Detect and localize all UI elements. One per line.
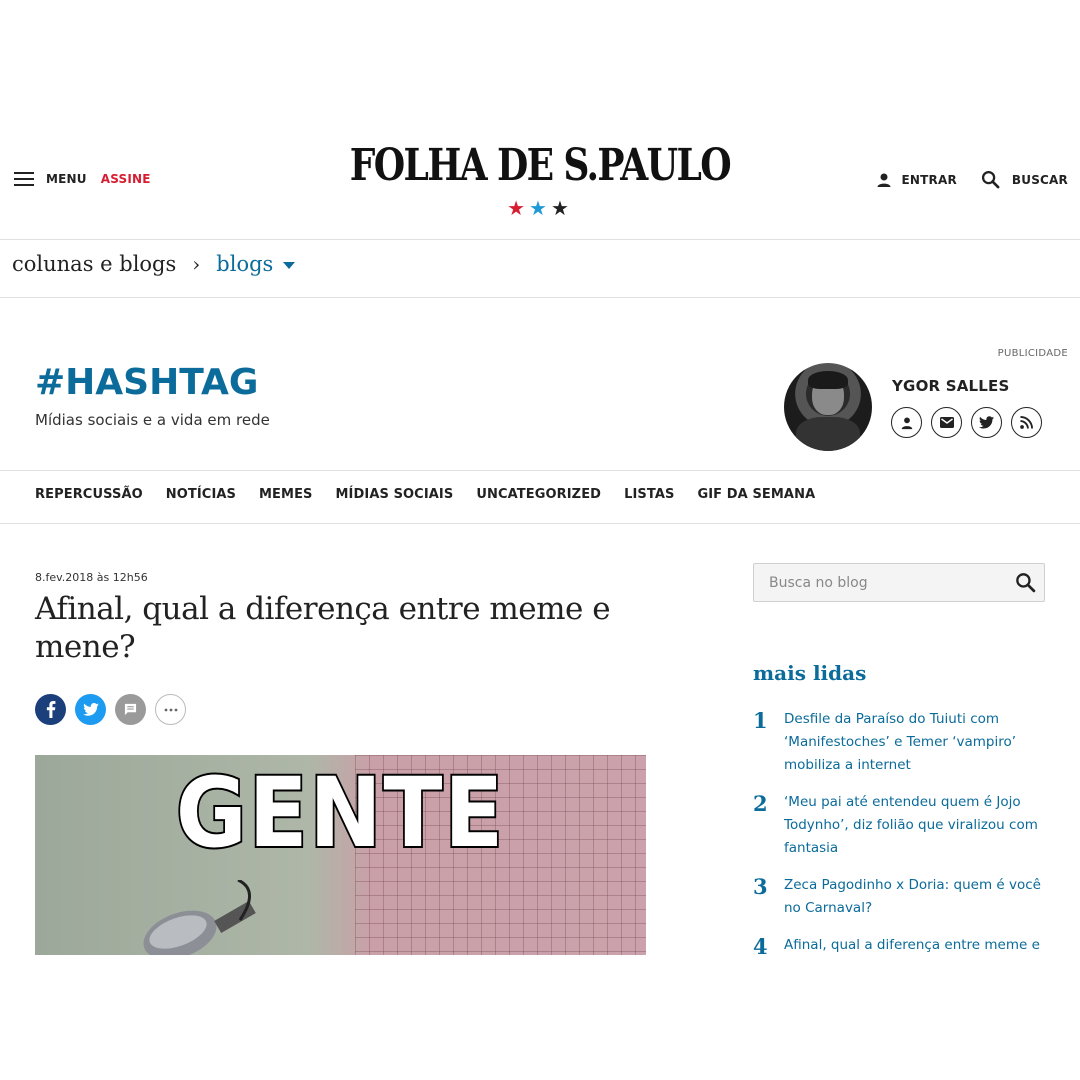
divider bbox=[0, 239, 1080, 240]
blog-search-submit[interactable] bbox=[1015, 572, 1036, 597]
share-comment-button[interactable] bbox=[115, 694, 146, 725]
author-email-button[interactable] bbox=[931, 407, 962, 438]
search-label: BUSCAR bbox=[1011, 172, 1068, 187]
nav-item-gif-da-semana[interactable]: GIF DA SEMANA bbox=[697, 487, 815, 502]
list-item-number: 2 bbox=[753, 791, 768, 816]
list-item[interactable]: 2 ‘Meu pai até entendeu quem é Jojo Tody… bbox=[753, 791, 1053, 860]
list-item-link[interactable]: Desfile da Paraíso do Tuiuti com ‘Manife… bbox=[784, 708, 1049, 777]
article-image: GENTE bbox=[35, 755, 646, 955]
share-twitter-button[interactable] bbox=[75, 694, 106, 725]
most-read-title: mais lidas bbox=[753, 661, 867, 685]
search-icon bbox=[981, 170, 1000, 189]
list-item-number: 1 bbox=[753, 708, 768, 733]
author-twitter-button[interactable] bbox=[971, 407, 1002, 438]
blog-search bbox=[753, 563, 1045, 602]
header-actions: ENTRAR BUSCAR bbox=[876, 170, 1068, 189]
image-caption-text: GENTE bbox=[174, 755, 506, 871]
list-item-number: 4 bbox=[753, 934, 768, 955]
user-icon bbox=[877, 173, 891, 187]
nav-item-listas[interactable]: LISTAS bbox=[624, 487, 674, 502]
author-rss-button[interactable] bbox=[1011, 407, 1042, 438]
list-item[interactable]: 4 Afinal, qual a diferença entre meme e … bbox=[753, 934, 1053, 955]
category-nav: REPERCUSSÃO NOTÍCIAS MEMES MÍDIAS SOCIAI… bbox=[35, 487, 815, 502]
divider bbox=[0, 470, 1080, 471]
article-date: 8.fev.2018 às 12h56 bbox=[35, 571, 148, 584]
nav-item-noticias[interactable]: NOTÍCIAS bbox=[166, 487, 236, 502]
twitter-icon bbox=[979, 416, 994, 429]
list-item[interactable]: 1 Desfile da Paraíso do Tuiuti com ‘Mani… bbox=[753, 708, 1053, 777]
user-icon bbox=[901, 416, 912, 429]
star-icon: ★ bbox=[550, 196, 573, 220]
email-icon bbox=[939, 417, 954, 428]
article-headline: Afinal, qual a diferença entre meme e me… bbox=[35, 591, 611, 665]
list-item-link[interactable]: Afinal, qual a diferença entre meme e me… bbox=[784, 934, 1049, 955]
author-name[interactable]: YGOR SALLES bbox=[892, 377, 1009, 395]
logo-stars: ★★★ bbox=[0, 196, 1080, 220]
nav-item-uncategorized[interactable]: UNCATEGORIZED bbox=[476, 487, 601, 502]
login-label: ENTRAR bbox=[901, 172, 957, 187]
facebook-icon bbox=[46, 701, 55, 718]
author-profile-button[interactable] bbox=[891, 407, 922, 438]
search-button[interactable]: BUSCAR bbox=[981, 170, 1068, 189]
list-item-link[interactable]: ‘Meu pai até entendeu quem é Jojo Todynh… bbox=[784, 791, 1049, 860]
breadcrumb-current-dropdown[interactable]: blogs bbox=[216, 252, 296, 276]
twitter-icon bbox=[82, 703, 99, 716]
list-item-link[interactable]: Zeca Pagodinho x Doria: quem é você no C… bbox=[784, 874, 1049, 920]
breadcrumb: colunas e blogs › blogs bbox=[12, 252, 296, 276]
divider bbox=[0, 523, 1080, 524]
nav-item-repercussao[interactable]: REPERCUSSÃO bbox=[35, 487, 143, 502]
share-facebook-button[interactable] bbox=[35, 694, 66, 725]
logo-text: FOLHA DE S.PAULO bbox=[349, 140, 732, 191]
blog-subtitle: Mídias sociais e a vida em rede bbox=[35, 411, 270, 429]
share-bar bbox=[35, 694, 186, 725]
blog-title[interactable]: #HASHTAG bbox=[35, 362, 258, 403]
divider bbox=[0, 297, 1080, 298]
chevron-right-icon: › bbox=[192, 252, 201, 276]
avatar[interactable] bbox=[784, 363, 872, 451]
star-icon: ★ bbox=[529, 196, 551, 220]
more-icon bbox=[164, 708, 177, 711]
breadcrumb-current: blogs bbox=[216, 252, 274, 276]
search-icon bbox=[1016, 573, 1036, 593]
breadcrumb-parent[interactable]: colunas e blogs bbox=[12, 252, 176, 276]
author-links bbox=[891, 407, 1042, 438]
rss-icon bbox=[1020, 416, 1033, 429]
ad-label: PUBLICIDADE bbox=[997, 348, 1068, 359]
comment-icon bbox=[124, 703, 137, 716]
blog-search-input[interactable] bbox=[754, 564, 1004, 601]
most-read-list: 1 Desfile da Paraíso do Tuiuti com ‘Mani… bbox=[753, 708, 1053, 955]
share-more-button[interactable] bbox=[155, 694, 186, 725]
list-item-number: 3 bbox=[753, 874, 768, 899]
caret-down-icon bbox=[283, 262, 296, 269]
nav-item-midias-sociais[interactable]: MÍDIAS SOCIAIS bbox=[336, 487, 454, 502]
star-icon: ★ bbox=[507, 196, 530, 220]
login-button[interactable]: ENTRAR bbox=[876, 172, 957, 188]
list-item[interactable]: 3 Zeca Pagodinho x Doria: quem é você no… bbox=[753, 874, 1053, 920]
nav-item-memes[interactable]: MEMES bbox=[259, 487, 313, 502]
